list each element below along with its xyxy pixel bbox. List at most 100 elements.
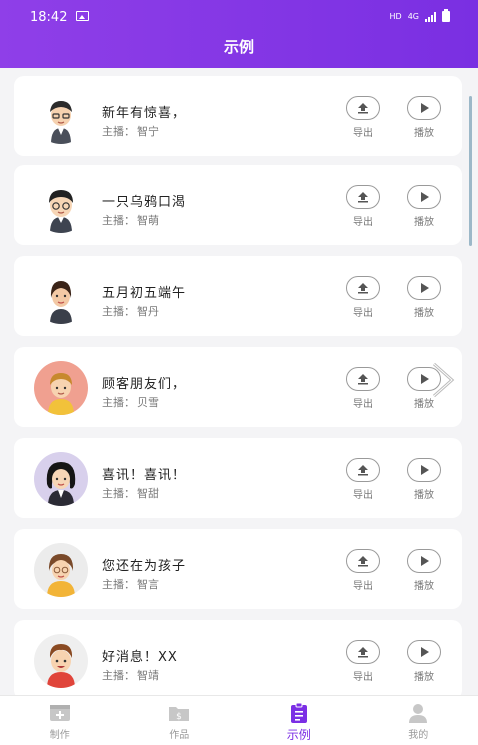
host-name: 智言 — [137, 578, 159, 591]
play-button[interactable]: 播放 — [404, 458, 444, 501]
nav-tab-examples[interactable]: 示例 — [239, 696, 359, 745]
export-button[interactable]: 导出 — [343, 276, 383, 319]
item-host: 主播： 智言 — [102, 576, 159, 592]
nav-label-works: 作品 — [169, 730, 190, 741]
item-title: 一只乌鸦口渴 — [102, 195, 187, 210]
avatar — [34, 634, 88, 688]
play-icon — [407, 185, 441, 209]
host-name: 智丹 — [137, 305, 159, 318]
example-list[interactable]: 新年有惊喜， 主播： 智宁 导出 播放 一只乌鸦口渴 主播： 智萌 导出 播放 … — [0, 68, 478, 695]
page-title: 示例 — [223, 38, 254, 56]
export-label: 导出 — [353, 128, 373, 139]
play-button[interactable]: 播放 — [404, 276, 444, 319]
export-label: 导出 — [353, 399, 373, 410]
play-icon — [407, 458, 441, 482]
host-prefix: 主播： — [102, 125, 135, 138]
avatar — [34, 452, 88, 506]
item-title: 喜讯！喜讯！ — [102, 468, 187, 483]
export-button[interactable]: 导出 — [343, 185, 383, 228]
play-icon — [407, 276, 441, 300]
scrollbar-thumb[interactable] — [469, 96, 472, 246]
item-host: 主播： 贝雪 — [102, 394, 159, 410]
host-name: 智萌 — [137, 214, 159, 227]
host-name: 贝雪 — [137, 396, 159, 409]
nav-tab-mine[interactable]: 我的 — [359, 696, 478, 745]
export-label: 导出 — [353, 672, 373, 683]
item-host: 主播： 智宁 — [102, 123, 159, 139]
app-screen: 18:42 HD 4G 示例 新年有惊喜， 主播： 智宁 导出 播放 一只乌鸦口… — [0, 0, 478, 745]
create-icon — [49, 705, 70, 721]
list-item[interactable]: 喜讯！喜讯！ 主播： 智甜 导出 播放 — [14, 438, 462, 518]
item-host: 主播： 智甜 — [102, 485, 159, 501]
play-button[interactable]: 播放 — [404, 96, 444, 139]
nav-label-examples: 示例 — [286, 728, 311, 742]
play-button[interactable]: 播放 — [404, 185, 444, 228]
host-name: 智宁 — [137, 125, 159, 138]
export-label: 导出 — [353, 217, 373, 228]
list-item[interactable]: 好消息！XX 主播： 智靖 导出 播放 — [14, 620, 462, 695]
battery-icon — [442, 9, 450, 22]
upload-icon — [346, 640, 380, 664]
host-prefix: 主播： — [102, 487, 135, 500]
nav-label-mine: 我的 — [408, 730, 429, 741]
svg-text:$: $ — [176, 712, 182, 722]
list-item[interactable]: 五月初五端午 主播： 智丹 导出 播放 — [14, 256, 462, 336]
status-indicators: HD 4G — [389, 9, 450, 22]
export-label: 导出 — [353, 308, 373, 319]
item-title: 五月初五端午 — [102, 286, 187, 301]
item-title: 好消息！XX — [102, 650, 178, 665]
hd-indicator: HD — [389, 12, 402, 21]
play-label: 播放 — [414, 672, 434, 683]
play-label: 播放 — [414, 217, 434, 228]
export-label: 导出 — [353, 490, 373, 501]
list-item[interactable]: 一只乌鸦口渴 主播： 智萌 导出 播放 — [14, 165, 462, 245]
avatar — [34, 361, 88, 415]
status-bar: 18:42 HD 4G — [0, 0, 478, 30]
host-prefix: 主播： — [102, 305, 135, 318]
item-title: 顾客朋友们， — [102, 377, 187, 392]
play-label: 播放 — [414, 490, 434, 501]
host-prefix: 主播： — [102, 214, 135, 227]
chevron-right-icon[interactable] — [428, 360, 458, 400]
status-time: 18:42 — [30, 10, 68, 25]
avatar — [34, 179, 88, 233]
play-button[interactable]: 播放 — [404, 640, 444, 683]
export-button[interactable]: 导出 — [343, 96, 383, 139]
signal-icon — [425, 11, 436, 22]
item-host: 主播： 智丹 — [102, 303, 159, 319]
item-host: 主播： 智萌 — [102, 212, 159, 228]
list-item[interactable]: 顾客朋友们， 主播： 贝雪 导出 播放 — [14, 347, 462, 427]
upload-icon — [346, 549, 380, 573]
bottom-navigation: 制作 $ 作品 示例 我的 — [0, 695, 478, 745]
export-button[interactable]: 导出 — [343, 367, 383, 410]
avatar — [34, 90, 88, 144]
play-label: 播放 — [414, 128, 434, 139]
host-name: 智靖 — [137, 669, 159, 682]
nav-tab-works[interactable]: $ 作品 — [120, 696, 240, 745]
upload-icon — [346, 185, 380, 209]
export-button[interactable]: 导出 — [343, 458, 383, 501]
avatar — [34, 543, 88, 597]
works-folder-icon: $ — [169, 707, 190, 722]
nav-label-create: 制作 — [49, 730, 70, 741]
item-title: 新年有惊喜， — [102, 106, 187, 121]
image-notification-icon — [76, 11, 89, 21]
play-button[interactable]: 播放 — [404, 549, 444, 592]
list-item[interactable]: 新年有惊喜， 主播： 智宁 导出 播放 — [14, 76, 462, 156]
export-button[interactable]: 导出 — [343, 640, 383, 683]
upload-icon — [346, 96, 380, 120]
host-prefix: 主播： — [102, 578, 135, 591]
upload-icon — [346, 458, 380, 482]
upload-icon — [346, 367, 380, 391]
export-label: 导出 — [353, 581, 373, 592]
export-button[interactable]: 导出 — [343, 549, 383, 592]
list-item[interactable]: 您还在为孩子 主播： 智言 导出 播放 — [14, 529, 462, 609]
play-label: 播放 — [414, 581, 434, 592]
network-type: 4G — [407, 12, 419, 21]
play-icon — [407, 549, 441, 573]
user-profile-icon — [409, 704, 428, 723]
play-label: 播放 — [414, 308, 434, 319]
clipboard-icon — [290, 702, 307, 723]
nav-tab-create[interactable]: 制作 — [0, 696, 120, 745]
avatar — [34, 270, 88, 324]
